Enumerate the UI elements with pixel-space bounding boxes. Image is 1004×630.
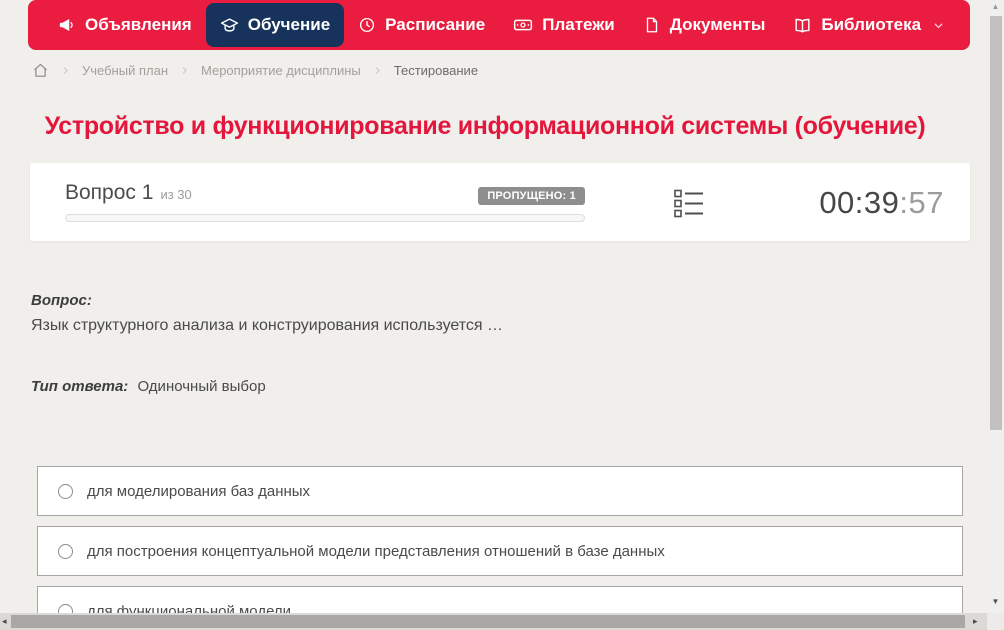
question-list-button[interactable] [674, 189, 704, 223]
banknote-icon [513, 15, 533, 35]
breadcrumb-item-discipline-event[interactable]: Мероприятие дисциплины [201, 63, 361, 78]
quiz-header-card: Вопрос 1 из 30 ПРОПУЩЕНО: 1 00:39:57 [30, 163, 970, 241]
document-icon [643, 16, 661, 34]
breadcrumb-item-study-plan[interactable]: Учебный план [82, 63, 168, 78]
scroll-right-arrow-icon[interactable]: ▸ [973, 616, 978, 627]
answer-option[interactable]: для моделирования баз данных [37, 466, 963, 516]
question-progress-bar [65, 214, 585, 222]
answer-type-label: Тип ответа: [31, 378, 129, 395]
library-book-icon [793, 16, 812, 35]
answer-type-line: Тип ответа: Одиночный выбор [31, 378, 266, 395]
timer-minutes: 00:39 [819, 185, 900, 220]
horizontal-scrollbar-thumb[interactable] [11, 615, 965, 628]
question-number-label: Вопрос 1 [65, 181, 154, 204]
nav-item-announcements[interactable]: Объявления [44, 3, 206, 47]
chevron-down-icon [932, 19, 945, 32]
home-icon[interactable] [32, 62, 49, 79]
clock-icon [358, 16, 376, 34]
horizontal-scrollbar[interactable]: ◂ ▸ [0, 613, 987, 630]
scrollbar-corner [987, 613, 1004, 630]
nav-item-education[interactable]: Обучение [205, 3, 345, 47]
skipped-badge: ПРОПУЩЕНО: 1 [478, 187, 585, 205]
answer-option-label: для построения концептуальной модели пре… [87, 542, 665, 560]
nav-item-library[interactable]: Библиотека [779, 3, 959, 47]
breadcrumb-separator-icon [372, 65, 383, 76]
nav-item-label: Библиотека [821, 15, 922, 34]
page-title: Устройство и функционирование информацио… [44, 112, 926, 140]
question-total-label: из 30 [160, 187, 192, 202]
answer-type-value: Одиночный выбор [137, 378, 266, 395]
scroll-down-arrow-icon[interactable]: ▼ [987, 597, 1004, 606]
breadcrumb-separator-icon [179, 65, 190, 76]
nav-item-label: Платежи [542, 15, 615, 34]
scroll-up-arrow-icon[interactable]: ▲ [987, 2, 1004, 11]
nav-item-label: Расписание [385, 15, 486, 34]
radio-button[interactable] [58, 543, 73, 559]
vertical-scrollbar-thumb[interactable] [990, 16, 1002, 430]
breadcrumb-separator-icon [60, 65, 71, 76]
answer-option-label: для моделирования баз данных [87, 482, 311, 500]
vertical-scrollbar[interactable]: ▲ ▼ [987, 0, 1004, 613]
question-heading: Вопрос: [31, 292, 92, 309]
graduation-cap-icon [220, 16, 239, 35]
question-text: Язык структурного анализа и конструирова… [31, 317, 504, 334]
answer-options: для моделирования баз данных для построе… [37, 466, 963, 630]
question-progress-block: Вопрос 1 из 30 ПРОПУЩЕНО: 1 [65, 181, 585, 222]
breadcrumb: Учебный план Мероприятие дисциплины Тест… [32, 62, 478, 79]
radio-button[interactable] [58, 483, 73, 499]
nav-item-payments[interactable]: Платежи [499, 3, 629, 47]
main-navbar: Объявления Обучение Расписание Платежи Д… [28, 0, 970, 50]
answer-option[interactable]: для построения концептуальной модели пре… [37, 526, 963, 576]
timer-seconds: :57 [899, 185, 944, 220]
timer: 00:39:57 [819, 185, 944, 221]
nav-item-label: Объявления [85, 15, 192, 34]
breadcrumb-item-testing: Тестирование [393, 63, 479, 78]
checklist-icon [674, 189, 704, 222]
nav-item-documents[interactable]: Документы [629, 3, 780, 47]
megaphone-icon [58, 16, 76, 34]
nav-item-schedule[interactable]: Расписание [344, 3, 499, 47]
nav-item-label: Документы [669, 15, 766, 34]
nav-item-label: Обучение [247, 15, 331, 34]
scroll-left-arrow-icon[interactable]: ◂ [2, 616, 7, 627]
